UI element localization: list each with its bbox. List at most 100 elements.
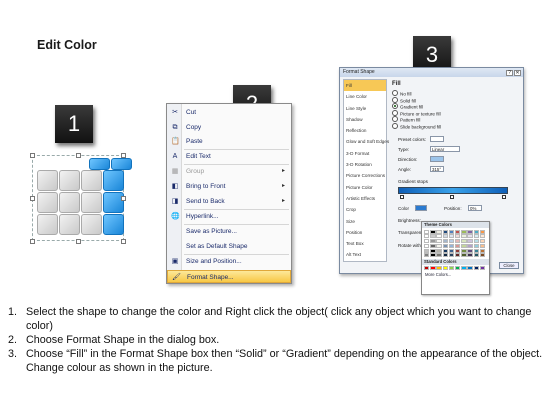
color-swatch[interactable] [424, 243, 430, 248]
category-text-box[interactable]: Text Box [344, 238, 386, 249]
color-swatch[interactable] [473, 253, 479, 258]
color-swatch[interactable] [467, 253, 473, 258]
category-3-d-rotation[interactable]: 3-D Rotation [344, 159, 386, 170]
menu-item-cut[interactable]: ✂ Cut [167, 106, 291, 119]
color-swatch[interactable] [424, 229, 430, 234]
color-swatch[interactable] [442, 239, 448, 244]
selected-cube-shape[interactable] [30, 153, 132, 244]
color-swatch[interactable] [436, 243, 442, 248]
color-swatch[interactable] [430, 229, 436, 234]
close-button[interactable]: Close [499, 262, 519, 269]
color-swatch[interactable] [430, 253, 436, 258]
selection-handle[interactable] [30, 239, 35, 244]
selection-handle[interactable] [76, 153, 81, 158]
color-swatch[interactable] [467, 248, 473, 253]
menu-item-save-as-picture[interactable]: Save as Picture... [167, 225, 291, 238]
color-swatch[interactable] [461, 243, 467, 248]
category-crop[interactable]: Crop [344, 204, 386, 215]
selection-handle[interactable] [121, 239, 126, 244]
category-size[interactable]: Size [344, 216, 386, 227]
color-swatch[interactable] [461, 229, 467, 234]
selection-handle[interactable] [30, 196, 35, 201]
close-icon[interactable]: ✕ [514, 70, 521, 76]
menu-item-copy[interactable]: ⧉ Copy [167, 121, 291, 134]
color-swatch[interactable] [448, 229, 455, 234]
color-swatch[interactable] [467, 243, 473, 248]
color-swatch[interactable] [461, 234, 467, 239]
color-swatch[interactable] [479, 253, 486, 258]
fill-radio-slide-background-fill[interactable]: Slide background fill [390, 123, 522, 130]
menu-item-bring-to-front[interactable]: ◧ Bring to Front ▸ [167, 180, 291, 193]
fill-radio-picture-or-texture-fill[interactable]: Picture or texture fill [390, 110, 522, 117]
color-swatch[interactable] [467, 239, 473, 244]
color-swatch[interactable] [424, 253, 430, 258]
color-swatch[interactable] [448, 239, 455, 244]
color-swatch[interactable] [479, 234, 486, 239]
menu-item-size-and-position[interactable]: ▣ Size and Position... [167, 255, 291, 268]
position-input[interactable]: 0% [468, 205, 482, 211]
fill-radio-solid-fill[interactable]: Solid fill [390, 97, 522, 104]
color-swatch[interactable] [448, 243, 455, 248]
color-swatch[interactable] [430, 234, 436, 239]
fill-radio-pattern-fill[interactable]: Pattern fill [390, 116, 522, 123]
color-swatch[interactable] [442, 234, 448, 239]
color-swatch[interactable] [448, 253, 455, 258]
color-swatch[interactable] [430, 243, 436, 248]
color-swatch[interactable] [467, 229, 473, 234]
color-swatch[interactable] [442, 229, 448, 234]
color-swatch[interactable] [430, 266, 436, 271]
category-shadow[interactable]: Shadow [344, 114, 386, 125]
gradient-stop-handle[interactable] [450, 195, 454, 199]
color-swatch[interactable] [448, 248, 455, 253]
color-swatch[interactable] [473, 266, 479, 271]
more-colors-link[interactable]: More Colors... [422, 272, 489, 277]
color-swatch[interactable] [454, 248, 461, 253]
color-swatch[interactable] [424, 248, 430, 253]
category-picture-color[interactable]: Picture Color [344, 182, 386, 193]
selection-handle[interactable] [121, 153, 126, 158]
color-swatch[interactable] [454, 229, 461, 234]
color-swatch[interactable] [479, 266, 486, 271]
selection-handle[interactable] [121, 196, 126, 201]
color-swatch[interactable] [473, 248, 479, 253]
color-swatch[interactable] [436, 266, 442, 271]
color-swatch[interactable] [424, 234, 430, 239]
color-swatch[interactable] [436, 239, 442, 244]
category-artistic-effects[interactable]: Artistic Effects [344, 193, 386, 204]
menu-item-send-to-back[interactable]: ◨ Send to Back ▸ [167, 195, 291, 208]
color-swatch[interactable] [448, 234, 455, 239]
color-swatch[interactable] [448, 266, 455, 271]
category-alt-text[interactable]: Alt Text [344, 249, 386, 260]
color-swatch[interactable] [436, 253, 442, 258]
angle-input[interactable]: 315° [430, 166, 444, 172]
color-swatch[interactable] [473, 229, 479, 234]
color-swatch[interactable] [424, 266, 430, 271]
gradient-stop-handle[interactable] [502, 195, 506, 199]
menu-item-group[interactable]: ▦ Group ▸ [167, 165, 291, 178]
fill-radio-no-fill[interactable]: No fill [390, 90, 522, 97]
color-swatch[interactable] [442, 243, 448, 248]
color-swatch[interactable] [473, 234, 479, 239]
category-line-style[interactable]: Line Style [344, 103, 386, 114]
color-swatch[interactable] [461, 253, 467, 258]
color-swatch[interactable] [461, 248, 467, 253]
color-swatch[interactable] [436, 229, 442, 234]
fill-radio-gradient-fill[interactable]: Gradient fill [390, 103, 522, 110]
selection-handle[interactable] [30, 153, 35, 158]
color-swatch[interactable] [454, 243, 461, 248]
color-swatch[interactable] [479, 243, 486, 248]
menu-item-edit-text[interactable]: A Edit Text [167, 150, 291, 163]
color-swatch[interactable] [442, 266, 448, 271]
color-swatch[interactable] [424, 239, 430, 244]
color-swatch[interactable] [436, 234, 442, 239]
direction-dropdown[interactable] [430, 156, 444, 162]
color-swatch[interactable] [461, 266, 467, 271]
color-swatch[interactable] [473, 243, 479, 248]
category-position[interactable]: Position [344, 227, 386, 238]
color-swatch[interactable] [454, 234, 461, 239]
category-glow-and-soft-edges[interactable]: Glow and Soft Edges [344, 136, 389, 147]
color-swatch[interactable] [454, 253, 461, 258]
color-swatch[interactable] [461, 239, 467, 244]
preset-colors-dropdown[interactable] [430, 136, 444, 142]
color-swatch[interactable] [454, 239, 461, 244]
